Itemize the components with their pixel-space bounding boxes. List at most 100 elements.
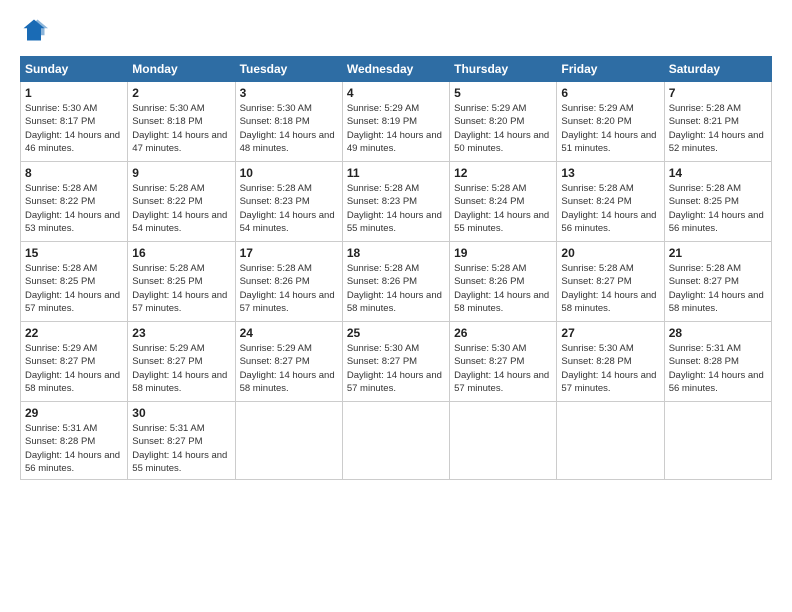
calendar-cell: 5Sunrise: 5:29 AMSunset: 8:20 PMDaylight…: [450, 82, 557, 162]
calendar-cell: 26Sunrise: 5:30 AMSunset: 8:27 PMDayligh…: [450, 322, 557, 402]
week-row-5: 29 Sunrise: 5:31 AMSunset: 8:28 PMDayligh…: [21, 402, 772, 480]
weekday-friday: Friday: [557, 57, 664, 82]
calendar-cell: 17 Sunrise: 5:28 AMSunset: 8:26 PMDayligh…: [235, 242, 342, 322]
calendar-cell: 8 Sunrise: 5:28 AMSunset: 8:22 PMDaylight…: [21, 162, 128, 242]
header: [20, 16, 772, 44]
calendar-cell: 9 Sunrise: 5:28 AMSunset: 8:22 PMDaylight…: [128, 162, 235, 242]
day-info: Sunrise: 5:28 AMSunset: 8:27 PMDaylight:…: [561, 262, 659, 315]
day-number: 24: [240, 326, 338, 340]
day-number: 21: [669, 246, 767, 260]
day-info: Sunrise: 5:31 AMSunset: 8:28 PMDaylight:…: [669, 342, 767, 395]
logo: [20, 16, 52, 44]
weekday-monday: Monday: [128, 57, 235, 82]
day-number: 16: [132, 246, 230, 260]
calendar-cell: 23 Sunrise: 5:29 AMSunset: 8:27 PMDayligh…: [128, 322, 235, 402]
day-number: 19: [454, 246, 552, 260]
day-number: 10: [240, 166, 338, 180]
day-number: 3: [240, 86, 338, 100]
day-number: 27: [561, 326, 659, 340]
day-info: Sunrise: 5:31 AMSunset: 8:28 PMDaylight:…: [25, 422, 123, 475]
day-number: 7: [669, 86, 767, 100]
calendar-cell: 15 Sunrise: 5:28 AMSunset: 8:25 PMDayligh…: [21, 242, 128, 322]
day-info: Sunrise: 5:28 AMSunset: 8:27 PMDaylight:…: [669, 262, 767, 315]
weekday-thursday: Thursday: [450, 57, 557, 82]
day-info: Sunrise: 5:29 AMSunset: 8:20 PMDaylight:…: [454, 102, 552, 155]
day-number: 30: [132, 406, 230, 420]
calendar-cell: [235, 402, 342, 480]
calendar-cell: [450, 402, 557, 480]
calendar-cell: 11 Sunrise: 5:28 AMSunset: 8:23 PMDayligh…: [342, 162, 449, 242]
calendar-cell: 29 Sunrise: 5:31 AMSunset: 8:28 PMDayligh…: [21, 402, 128, 480]
day-info: Sunrise: 5:28 AMSunset: 8:24 PMDaylight:…: [454, 182, 552, 235]
day-info: Sunrise: 5:30 AMSunset: 8:18 PMDaylight:…: [240, 102, 338, 155]
day-info: Sunrise: 5:29 AMSunset: 8:27 PMDaylight:…: [240, 342, 338, 395]
calendar-cell: 13Sunrise: 5:28 AMSunset: 8:24 PMDayligh…: [557, 162, 664, 242]
calendar-cell: 27Sunrise: 5:30 AMSunset: 8:28 PMDayligh…: [557, 322, 664, 402]
calendar-cell: [664, 402, 771, 480]
day-number: 25: [347, 326, 445, 340]
day-number: 23: [132, 326, 230, 340]
page: SundayMondayTuesdayWednesdayThursdayFrid…: [0, 0, 792, 612]
day-info: Sunrise: 5:28 AMSunset: 8:25 PMDaylight:…: [25, 262, 123, 315]
day-info: Sunrise: 5:31 AMSunset: 8:27 PMDaylight:…: [132, 422, 230, 475]
weekday-header-row: SundayMondayTuesdayWednesdayThursdayFrid…: [21, 57, 772, 82]
day-number: 9: [132, 166, 230, 180]
weekday-sunday: Sunday: [21, 57, 128, 82]
calendar-cell: 18 Sunrise: 5:28 AMSunset: 8:26 PMDayligh…: [342, 242, 449, 322]
calendar-cell: 6 Sunrise: 5:29 AMSunset: 8:20 PMDaylight…: [557, 82, 664, 162]
day-info: Sunrise: 5:30 AMSunset: 8:27 PMDaylight:…: [454, 342, 552, 395]
day-info: Sunrise: 5:28 AMSunset: 8:23 PMDaylight:…: [347, 182, 445, 235]
day-number: 29: [25, 406, 123, 420]
day-info: Sunrise: 5:28 AMSunset: 8:26 PMDaylight:…: [240, 262, 338, 315]
day-number: 11: [347, 166, 445, 180]
calendar-cell: 7Sunrise: 5:28 AMSunset: 8:21 PMDaylight…: [664, 82, 771, 162]
day-number: 20: [561, 246, 659, 260]
day-number: 13: [561, 166, 659, 180]
week-row-2: 8 Sunrise: 5:28 AMSunset: 8:22 PMDaylight…: [21, 162, 772, 242]
calendar-cell: [557, 402, 664, 480]
day-info: Sunrise: 5:28 AMSunset: 8:22 PMDaylight:…: [132, 182, 230, 235]
calendar-cell: 4Sunrise: 5:29 AMSunset: 8:19 PMDaylight…: [342, 82, 449, 162]
calendar-body: 1 Sunrise: 5:30 AMSunset: 8:17 PMDaylight…: [21, 82, 772, 480]
day-info: Sunrise: 5:30 AMSunset: 8:17 PMDaylight:…: [25, 102, 123, 155]
day-info: Sunrise: 5:29 AMSunset: 8:19 PMDaylight:…: [347, 102, 445, 155]
calendar-cell: 2Sunrise: 5:30 AMSunset: 8:18 PMDaylight…: [128, 82, 235, 162]
calendar-cell: 22 Sunrise: 5:29 AMSunset: 8:27 PMDayligh…: [21, 322, 128, 402]
day-number: 14: [669, 166, 767, 180]
day-number: 22: [25, 326, 123, 340]
weekday-wednesday: Wednesday: [342, 57, 449, 82]
day-info: Sunrise: 5:28 AMSunset: 8:26 PMDaylight:…: [454, 262, 552, 315]
day-number: 15: [25, 246, 123, 260]
logo-icon: [20, 16, 48, 44]
weekday-saturday: Saturday: [664, 57, 771, 82]
calendar-cell: 24 Sunrise: 5:29 AMSunset: 8:27 PMDayligh…: [235, 322, 342, 402]
day-info: Sunrise: 5:29 AMSunset: 8:27 PMDaylight:…: [25, 342, 123, 395]
calendar-cell: [342, 402, 449, 480]
day-info: Sunrise: 5:28 AMSunset: 8:26 PMDaylight:…: [347, 262, 445, 315]
calendar-cell: 25Sunrise: 5:30 AMSunset: 8:27 PMDayligh…: [342, 322, 449, 402]
calendar-cell: 10 Sunrise: 5:28 AMSunset: 8:23 PMDayligh…: [235, 162, 342, 242]
week-row-1: 1 Sunrise: 5:30 AMSunset: 8:17 PMDaylight…: [21, 82, 772, 162]
day-number: 2: [132, 86, 230, 100]
calendar-cell: 28Sunrise: 5:31 AMSunset: 8:28 PMDayligh…: [664, 322, 771, 402]
calendar-cell: 1 Sunrise: 5:30 AMSunset: 8:17 PMDaylight…: [21, 82, 128, 162]
day-info: Sunrise: 5:28 AMSunset: 8:25 PMDaylight:…: [669, 182, 767, 235]
week-row-3: 15 Sunrise: 5:28 AMSunset: 8:25 PMDayligh…: [21, 242, 772, 322]
calendar-cell: 3 Sunrise: 5:30 AMSunset: 8:18 PMDaylight…: [235, 82, 342, 162]
day-info: Sunrise: 5:28 AMSunset: 8:23 PMDaylight:…: [240, 182, 338, 235]
calendar-cell: 16Sunrise: 5:28 AMSunset: 8:25 PMDayligh…: [128, 242, 235, 322]
calendar-cell: 20 Sunrise: 5:28 AMSunset: 8:27 PMDayligh…: [557, 242, 664, 322]
calendar-cell: 14 Sunrise: 5:28 AMSunset: 8:25 PMDayligh…: [664, 162, 771, 242]
day-number: 6: [561, 86, 659, 100]
calendar-cell: 12Sunrise: 5:28 AMSunset: 8:24 PMDayligh…: [450, 162, 557, 242]
day-info: Sunrise: 5:29 AMSunset: 8:27 PMDaylight:…: [132, 342, 230, 395]
calendar-cell: 19 Sunrise: 5:28 AMSunset: 8:26 PMDayligh…: [450, 242, 557, 322]
day-info: Sunrise: 5:28 AMSunset: 8:22 PMDaylight:…: [25, 182, 123, 235]
day-number: 1: [25, 86, 123, 100]
day-number: 18: [347, 246, 445, 260]
day-number: 8: [25, 166, 123, 180]
day-number: 17: [240, 246, 338, 260]
calendar-cell: 30 Sunrise: 5:31 AMSunset: 8:27 PMDayligh…: [128, 402, 235, 480]
calendar-table: SundayMondayTuesdayWednesdayThursdayFrid…: [20, 56, 772, 480]
day-info: Sunrise: 5:29 AMSunset: 8:20 PMDaylight:…: [561, 102, 659, 155]
